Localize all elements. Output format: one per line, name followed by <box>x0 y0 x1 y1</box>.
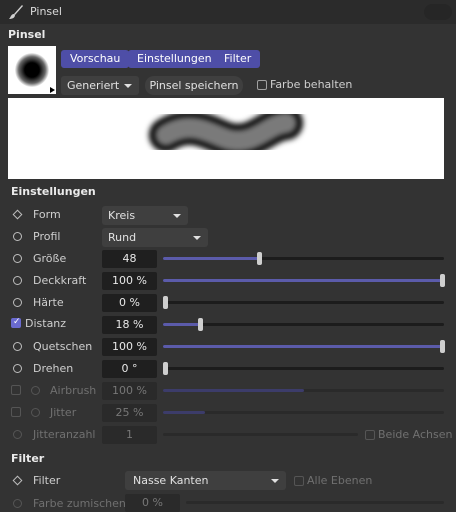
profil-label: Profil <box>33 230 61 243</box>
panel-toggle[interactable] <box>424 4 452 20</box>
quetschen-field[interactable]: 100 % <box>102 338 157 356</box>
window-title: Pinsel <box>30 5 62 18</box>
dropdown-arrow-icon <box>271 479 279 483</box>
deckkraft-label: Deckkraft <box>33 274 87 287</box>
airbrush-checkbox[interactable] <box>11 385 21 395</box>
slider-fill <box>163 345 444 348</box>
dropdown-arrow-icon <box>173 214 181 218</box>
slider-fill <box>163 279 444 282</box>
drehen-label: Drehen <box>33 362 74 375</box>
haerte-label: Härte <box>33 296 64 309</box>
beide-achsen-checkbox[interactable] <box>365 430 375 440</box>
haerte-field[interactable]: 0 % <box>102 294 157 312</box>
filter-section-title: Filter <box>11 452 45 465</box>
radio-icon[interactable] <box>13 298 22 307</box>
radio-icon[interactable] <box>13 342 22 351</box>
radio-icon[interactable] <box>13 276 22 285</box>
drehen-field[interactable]: 0 ° <box>102 360 157 378</box>
slider-handle[interactable] <box>256 252 262 265</box>
profil-dropdown[interactable]: Rund <box>102 228 208 247</box>
jitteranzahl-label: Jitteranzahl <box>33 428 96 441</box>
drehen-slider[interactable] <box>163 362 444 375</box>
haerte-slider[interactable] <box>163 296 444 309</box>
diamond-keyframe-icon[interactable] <box>12 475 23 486</box>
dropdown-arrow-icon <box>193 236 201 240</box>
quetschen-slider[interactable] <box>163 340 445 353</box>
tab-einstellungen[interactable]: Einstellungen <box>128 50 221 68</box>
farbe-zumischen-label: Farbe zumischen <box>33 497 126 510</box>
jitter-slider <box>163 411 444 414</box>
jitter-checkbox[interactable] <box>11 407 21 417</box>
distanz-slider[interactable] <box>163 318 444 331</box>
brush-icon <box>9 5 23 19</box>
generated-dropdown[interactable]: Generiert <box>61 76 139 95</box>
brush-thumbnail[interactable] <box>8 46 56 94</box>
deckkraft-slider[interactable] <box>163 274 445 287</box>
deckkraft-field[interactable]: 100 % <box>102 272 157 290</box>
radio-icon[interactable] <box>13 232 22 241</box>
diamond-keyframe-icon[interactable] <box>12 209 23 220</box>
brush-section-title: Pinsel <box>8 28 46 41</box>
jitteranzahl-field: 1 <box>102 426 157 444</box>
beide-achsen-label: Beide Achsen <box>378 428 453 441</box>
slider-handle[interactable] <box>440 340 445 353</box>
slider-fill <box>163 411 206 414</box>
distanz-label: Distanz <box>25 317 67 330</box>
save-brush-button[interactable]: Pinsel speichern <box>145 76 243 95</box>
form-label: Form <box>33 208 61 221</box>
airbrush-slider <box>163 389 444 392</box>
generated-value: Generiert <box>67 79 120 92</box>
slider-fill <box>163 389 304 392</box>
filter-dropdown[interactable]: Nasse Kanten <box>125 471 286 490</box>
radio-icon <box>31 386 40 395</box>
quetschen-label: Quetschen <box>33 340 93 353</box>
stroke-preview-graphic <box>149 106 303 158</box>
settings-section-title: Einstellungen <box>11 185 96 198</box>
farbe-zumischen-slider <box>186 501 444 504</box>
farbe-zumischen-field: 0 % <box>125 494 180 512</box>
radio-icon <box>31 408 40 417</box>
airbrush-field: 100 % <box>102 382 157 400</box>
alle-ebenen-checkbox[interactable] <box>294 476 304 486</box>
tab-vorschau[interactable]: Vorschau <box>61 50 130 68</box>
check-icon: ✓ <box>13 317 21 327</box>
form-value: Kreis <box>108 209 136 222</box>
dropdown-arrow-icon <box>124 84 132 88</box>
stroke-preview <box>8 98 444 179</box>
distanz-field[interactable]: 18 % <box>102 316 157 334</box>
distanz-checkbox[interactable]: ✓ <box>11 317 21 328</box>
profil-value: Rund <box>108 231 137 244</box>
groesse-slider[interactable] <box>163 252 444 265</box>
brush-tip-preview <box>15 53 49 87</box>
radio-icon <box>13 430 22 439</box>
slider-handle[interactable] <box>163 362 168 375</box>
slider-handle[interactable] <box>197 318 203 331</box>
jitter-label: Jitter <box>50 406 77 419</box>
filter-label: Filter <box>33 474 61 487</box>
radio-icon[interactable] <box>13 364 22 373</box>
keep-color-checkbox[interactable] <box>257 80 267 90</box>
title-bar <box>0 0 456 24</box>
radio-icon[interactable] <box>13 254 22 263</box>
form-dropdown[interactable]: Kreis <box>102 206 188 225</box>
slider-fill <box>163 323 200 326</box>
slider-fill <box>163 257 259 260</box>
slider-handle[interactable] <box>440 274 445 287</box>
jitter-field: 25 % <box>102 404 157 422</box>
alle-ebenen-label: Alle Ebenen <box>307 474 373 487</box>
groesse-field[interactable]: 48 <box>102 250 157 268</box>
tab-filter[interactable]: Filter <box>215 50 261 68</box>
slider-handle[interactable] <box>163 296 168 309</box>
keep-color-label: Farbe behalten <box>270 78 353 91</box>
groesse-label: Größe <box>33 252 67 265</box>
jitteranzahl-slider <box>163 433 358 436</box>
radio-icon <box>13 499 22 508</box>
filter-value: Nasse Kanten <box>133 474 209 487</box>
dropdown-arrow-icon <box>50 87 55 93</box>
airbrush-label: Airbrush <box>50 384 97 397</box>
